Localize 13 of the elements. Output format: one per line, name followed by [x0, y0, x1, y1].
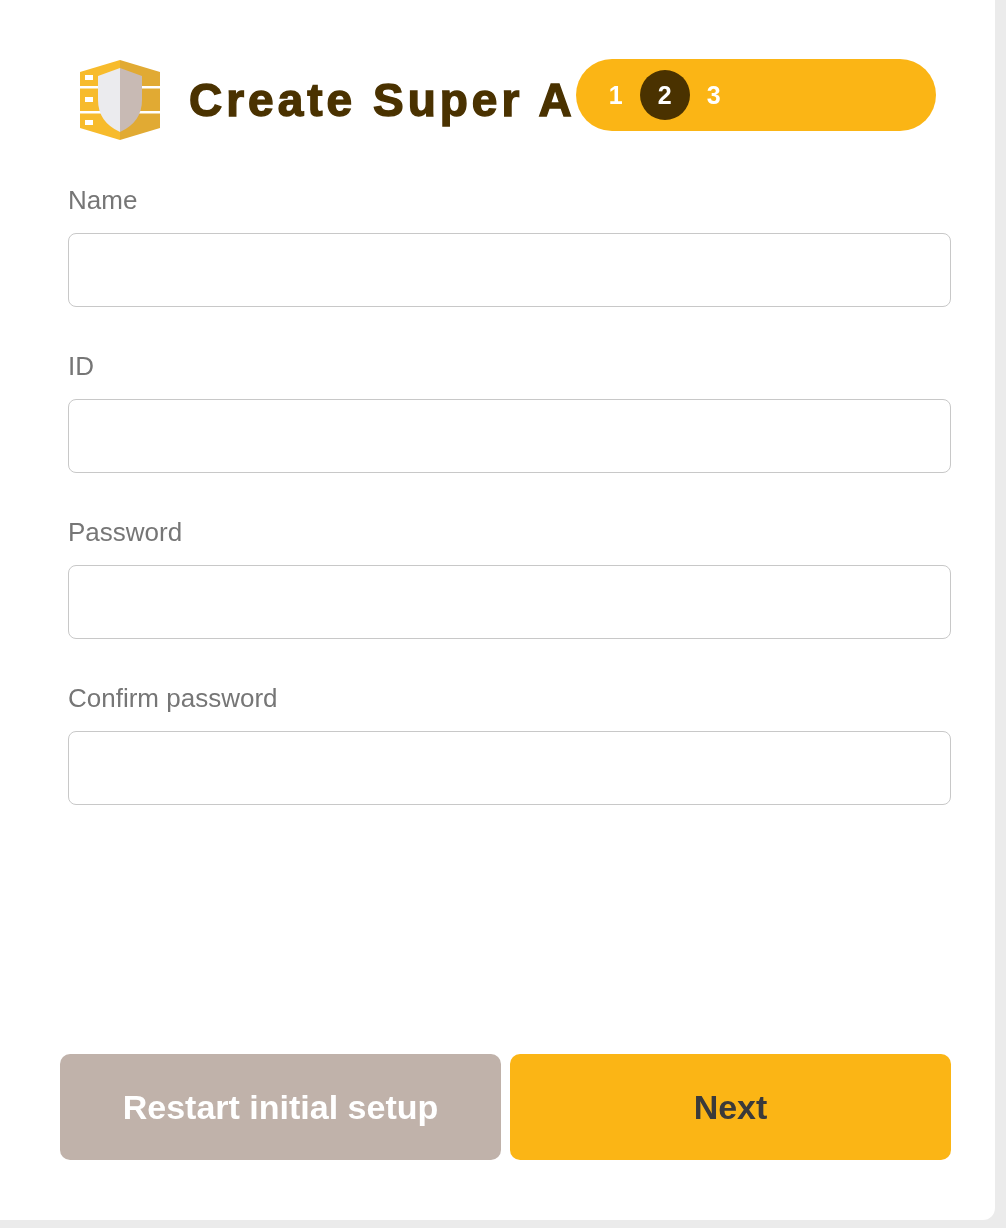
input-field[interactable]	[68, 565, 951, 639]
field-label: Confirm password	[68, 683, 278, 713]
step-number: 3	[705, 80, 722, 111]
next-button[interactable]: Next	[510, 1054, 951, 1160]
field-label: Password	[68, 517, 183, 547]
input-field[interactable]	[68, 233, 951, 307]
shield-server-icon	[80, 60, 160, 140]
field-label: Name	[68, 185, 138, 215]
current-step: 2	[639, 70, 690, 120]
step-number: 1	[607, 80, 624, 111]
input-field[interactable]	[68, 731, 951, 805]
field-label: ID	[68, 351, 94, 381]
input-field[interactable]	[68, 399, 951, 473]
